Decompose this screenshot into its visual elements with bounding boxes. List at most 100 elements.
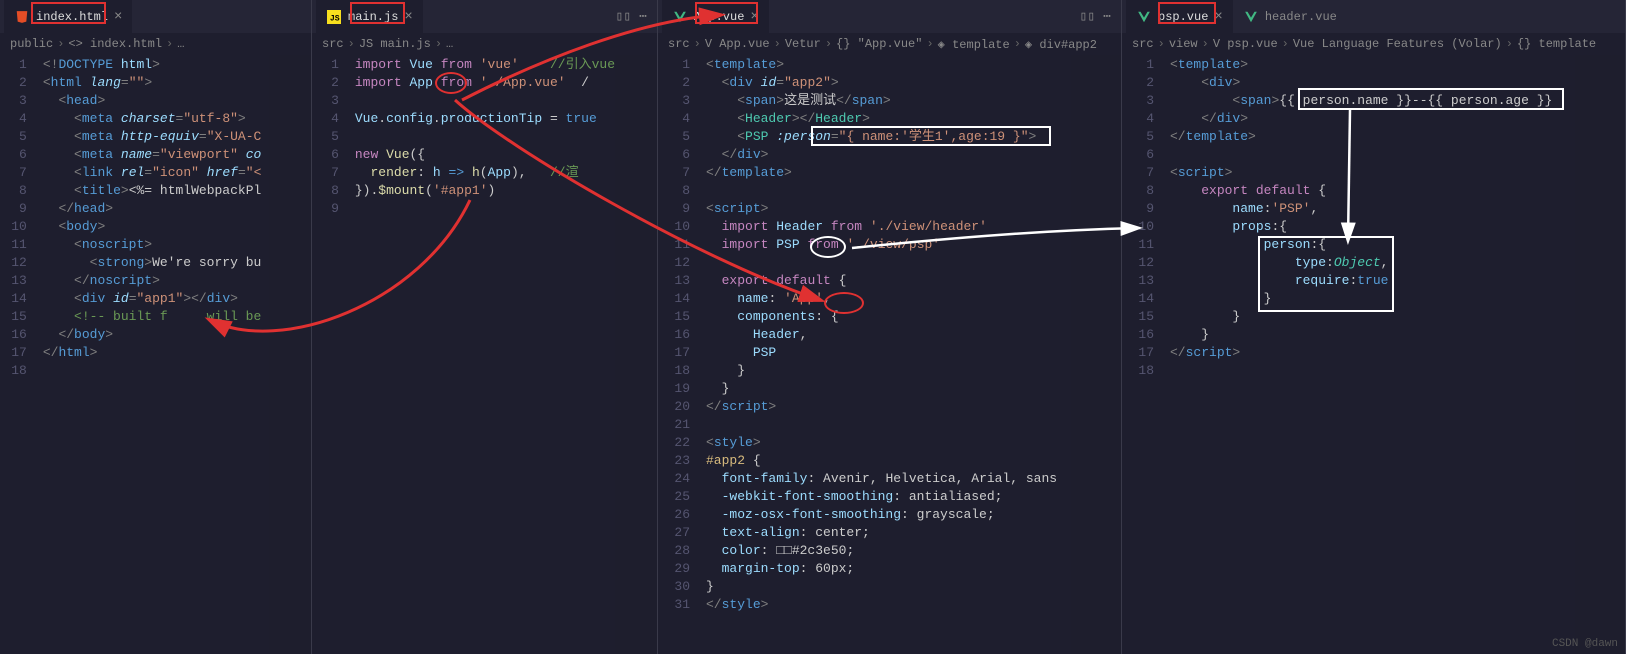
code-line[interactable] — [355, 128, 615, 146]
more-icon[interactable]: ⋯ — [639, 9, 647, 24]
code-content[interactable]: <template> <div> <span>{{ person.name }}… — [1170, 55, 1575, 654]
code-line[interactable] — [1170, 146, 1575, 164]
code-line[interactable]: font-family: Avenir, Helvetica, Arial, s… — [706, 470, 1071, 488]
code-line[interactable]: <Header></Header> — [706, 110, 1071, 128]
minimap[interactable] — [1071, 55, 1121, 654]
code-line[interactable]: }).$mount('#app1') — [355, 182, 615, 200]
code-line[interactable]: text-align: center; — [706, 524, 1071, 542]
code-line[interactable]: <link rel="icon" href="< — [43, 164, 269, 182]
code-line[interactable]: import Header from './view/header' — [706, 218, 1071, 236]
tab-App-vue[interactable]: App.vue× — [662, 0, 769, 33]
breadcrumb-item[interactable]: … — [177, 37, 184, 51]
close-icon[interactable]: × — [750, 9, 758, 25]
code-line[interactable]: } — [706, 578, 1071, 596]
breadcrumb-item[interactable]: <> index.html — [68, 37, 162, 51]
code-line[interactable]: <template> — [1170, 56, 1575, 74]
split-icon[interactable]: ▯▯ — [616, 9, 632, 24]
code-line[interactable]: } — [1170, 290, 1575, 308]
split-icon[interactable]: ▯▯ — [1080, 9, 1096, 24]
code-editor[interactable]: 123456789import Vue from 'vue' //引入vueim… — [312, 55, 657, 654]
code-line[interactable]: <!DOCTYPE html> — [43, 56, 269, 74]
breadcrumb[interactable]: src›JS main.js›… — [312, 33, 657, 55]
code-line[interactable]: <head> — [43, 92, 269, 110]
code-editor[interactable]: 1234567891011121314151617181920212223242… — [658, 55, 1121, 654]
code-line[interactable]: #app2 { — [706, 452, 1071, 470]
code-line[interactable]: import App from './App.vue' / — [355, 74, 615, 92]
code-line[interactable]: } — [706, 362, 1071, 380]
code-line[interactable] — [43, 362, 269, 380]
code-line[interactable]: props:{ — [1170, 218, 1575, 236]
code-line[interactable]: <meta name="viewport" co — [43, 146, 269, 164]
code-line[interactable]: <body> — [43, 218, 269, 236]
code-line[interactable]: Header, — [706, 326, 1071, 344]
tab-index-html[interactable]: index.html× — [4, 0, 132, 33]
tab-main-js[interactable]: JSmain.js× — [316, 0, 423, 33]
code-line[interactable]: <strong>We're sorry bu — [43, 254, 269, 272]
code-line[interactable]: </style> — [706, 596, 1071, 614]
code-line[interactable]: <meta http-equiv="X-UA-C — [43, 128, 269, 146]
breadcrumb-item[interactable]: view — [1169, 37, 1198, 51]
code-line[interactable]: render: h => h(App), //渲 — [355, 164, 615, 182]
breadcrumb-item[interactable]: src — [1132, 37, 1154, 51]
code-line[interactable]: } — [1170, 308, 1575, 326]
breadcrumb-item[interactable]: {} template — [1517, 37, 1596, 51]
code-content[interactable]: <!DOCTYPE html><html lang=""> <head> <me… — [43, 55, 269, 654]
close-icon[interactable]: × — [404, 9, 412, 25]
code-line[interactable]: </script> — [706, 398, 1071, 416]
code-line[interactable]: </script> — [1170, 344, 1575, 362]
code-line[interactable]: <span>这是测试</span> — [706, 92, 1071, 110]
close-icon[interactable]: × — [114, 9, 122, 25]
code-line[interactable]: require:true — [1170, 272, 1575, 290]
code-line[interactable]: <style> — [706, 434, 1071, 452]
breadcrumb-item[interactable]: ◈ template — [938, 37, 1010, 52]
tab-psp-vue[interactable]: psp.vue× — [1126, 0, 1233, 33]
breadcrumb[interactable]: src›V App.vue›Vetur›{} "App.vue"›◈ templ… — [658, 33, 1121, 55]
breadcrumb-item[interactable]: {} "App.vue" — [836, 37, 922, 51]
code-line[interactable]: <meta charset="utf-8"> — [43, 110, 269, 128]
code-line[interactable]: <template> — [706, 56, 1071, 74]
breadcrumb-item[interactable]: … — [446, 37, 453, 51]
code-line[interactable]: <PSP :person="{ name:'学生1',age:19 }"> — [706, 128, 1071, 146]
code-line[interactable] — [706, 254, 1071, 272]
code-line[interactable] — [706, 416, 1071, 434]
code-line[interactable]: <div id="app2"> — [706, 74, 1071, 92]
code-line[interactable]: export default { — [706, 272, 1071, 290]
minimap[interactable] — [269, 55, 311, 654]
code-line[interactable] — [706, 182, 1071, 200]
code-line[interactable]: <div id="app1"></div> — [43, 290, 269, 308]
code-line[interactable] — [1170, 362, 1575, 380]
code-line[interactable]: </template> — [1170, 128, 1575, 146]
code-line[interactable]: </body> — [43, 326, 269, 344]
code-line[interactable]: export default { — [1170, 182, 1575, 200]
code-line[interactable]: import Vue from 'vue' //引入vue — [355, 56, 615, 74]
code-line[interactable]: person:{ — [1170, 236, 1575, 254]
breadcrumb-item[interactable]: V App.vue — [705, 37, 770, 51]
code-line[interactable]: } — [1170, 326, 1575, 344]
code-line[interactable]: </div> — [1170, 110, 1575, 128]
code-line[interactable]: </html> — [43, 344, 269, 362]
breadcrumb-item[interactable]: src — [322, 37, 344, 51]
code-editor[interactable]: 123456789101112131415161718<template> <d… — [1122, 55, 1625, 654]
code-line[interactable] — [355, 92, 615, 110]
code-line[interactable]: <div> — [1170, 74, 1575, 92]
code-line[interactable]: color: □□#2c3e50; — [706, 542, 1071, 560]
breadcrumb[interactable]: public›<> index.html›… — [0, 33, 311, 55]
code-line[interactable]: <span>{{ person.name }}--{{ person.age }… — [1170, 92, 1575, 110]
code-content[interactable]: import Vue from 'vue' //引入vueimport App … — [355, 55, 615, 654]
breadcrumb-item[interactable]: public — [10, 37, 53, 51]
code-line[interactable]: <noscript> — [43, 236, 269, 254]
minimap[interactable] — [1575, 55, 1625, 654]
code-line[interactable]: </div> — [706, 146, 1071, 164]
code-line[interactable]: </template> — [706, 164, 1071, 182]
code-line[interactable]: new Vue({ — [355, 146, 615, 164]
code-editor[interactable]: 123456789101112131415161718<!DOCTYPE htm… — [0, 55, 311, 654]
code-line[interactable] — [355, 200, 615, 218]
code-line[interactable]: } — [706, 380, 1071, 398]
code-line[interactable]: </head> — [43, 200, 269, 218]
code-line[interactable]: <script> — [1170, 164, 1575, 182]
breadcrumb-item[interactable]: src — [668, 37, 690, 51]
code-line[interactable]: margin-top: 60px; — [706, 560, 1071, 578]
breadcrumb-item[interactable]: V psp.vue — [1213, 37, 1278, 51]
code-line[interactable]: -webkit-font-smoothing: antialiased; — [706, 488, 1071, 506]
breadcrumb-item[interactable]: Vue Language Features (Volar) — [1293, 37, 1502, 51]
